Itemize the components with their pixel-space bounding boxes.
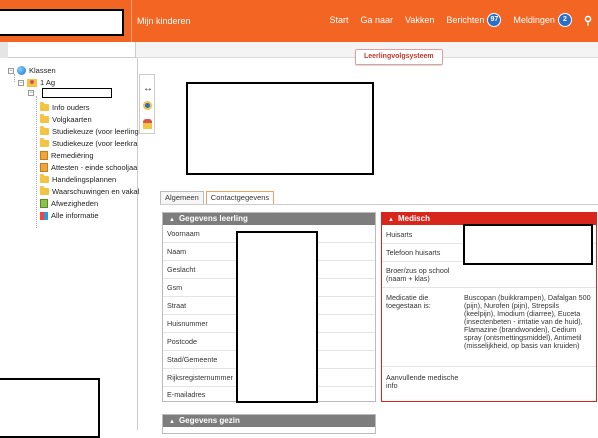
collapse-triangle-icon[interactable]: ▲ [169,217,175,223]
tab-contactgegevens[interactable]: Contactgegevens [205,191,275,204]
field-medicatie: Medicatie die toegestaan is: Buscopan (b… [382,288,596,367]
module-tab-leerlingvolgsysteem[interactable]: Leerlingvolgsysteem [355,49,443,65]
clipboard-icon [40,199,48,208]
collapse-icon[interactable]: − [28,90,34,96]
messages-count-badge: 97 [487,13,502,27]
redacted-student-photo [186,82,374,175]
tree-item-afwezigheden[interactable]: Afwezigheden [40,199,98,208]
tree-item-alle-informatie[interactable]: Alle informatie [40,211,99,220]
field-broer-zus: Broer/zus op school (naam + klas) [382,262,596,288]
redacted-medical-values [463,224,593,265]
family-panel-header[interactable]: ▲ Gegevens gezin [163,415,375,427]
collapse-triangle-icon[interactable]: ▲ [169,419,175,425]
tree-node-student[interactable]: − [28,90,34,96]
document-icon [40,163,48,172]
side-toolbar: ↔ [139,74,155,134]
field-aanvullende-info: Aanvullende medische info [386,373,459,390]
nav-vakken[interactable]: Vakken [405,15,434,25]
sub-bar [0,42,598,58]
redacted-student-values [236,231,318,403]
tree-item-volgkaarten[interactable]: Volgkaarten [40,114,92,124]
detail-tabs: Algemeen Contactgegevens [160,191,275,204]
tree-node-klassen[interactable]: − Klassen [8,66,56,75]
tiles-icon [40,211,48,220]
folder-icon [40,174,49,183]
tree-item-info-ouders[interactable]: Info ouders [40,102,90,112]
search-icon[interactable]: ⚲ [584,14,592,27]
left-panel-header [0,42,136,58]
redacted-area [0,378,100,438]
student-profile-icon[interactable] [143,101,152,110]
tree-item-remediering[interactable]: Remediëring [40,151,94,160]
tree-item-studiekeuze-leerkracht[interactable]: Studiekeuze (voor leerkra [40,138,137,148]
tree-node-class[interactable]: − 1 Ag [18,78,55,87]
tree-item-waarschuwingen[interactable]: Waarschuwingen en vakal [40,186,139,196]
topbar-divider [131,0,132,42]
notifications-count-badge: 2 [557,13,572,27]
folder-icon [40,138,49,147]
nav-berichten[interactable]: Berichten 97 [446,13,502,27]
app-title[interactable]: Mijn kinderen [137,16,191,26]
tree-item-studiekeuze-leerling[interactable]: Studiekeuze (voor leerling [40,126,139,136]
folder-icon [40,126,49,135]
nav-meldingen[interactable]: Meldingen 2 [513,13,572,27]
class-tree: − Klassen − 1 Ag − Info ouders Volgkaart… [0,58,139,438]
collapse-icon[interactable]: − [18,79,24,86]
tree-item-attesten[interactable]: Attesten - einde schooljaa [40,163,137,172]
student-panel-header[interactable]: ▲ Gegevens leerling [163,213,375,225]
collapse-triangle-icon[interactable]: ▲ [388,217,394,223]
nav-start[interactable]: Start [329,15,348,25]
family-data-panel: ▲ Gegevens gezin [162,414,376,434]
folder-icon [40,186,49,195]
tree-item-handelingsplannen[interactable]: Handelingsplannen [40,174,116,184]
collapse-icon[interactable]: − [8,67,14,74]
redacted-school-logo [0,9,124,36]
tab-algemeen[interactable]: Algemeen [160,191,204,204]
folder-icon [40,114,49,123]
tab-underline [160,204,598,205]
main-nav: Start Ga naar Vakken Berichten 97 Melding… [329,13,592,27]
class-folder-icon [27,78,37,87]
globe-icon [17,66,26,75]
redacted-student-name [42,88,112,98]
resize-arrows-icon[interactable]: ↔ [143,83,153,94]
left-panel-scrollbar[interactable] [0,42,8,58]
document-icon [40,151,48,160]
folder-icon [40,102,49,111]
nav-ga-naar[interactable]: Ga naar [360,15,393,25]
person-icon[interactable] [143,119,152,129]
top-bar: Mijn kinderen Start Ga naar Vakken Beric… [0,0,598,42]
